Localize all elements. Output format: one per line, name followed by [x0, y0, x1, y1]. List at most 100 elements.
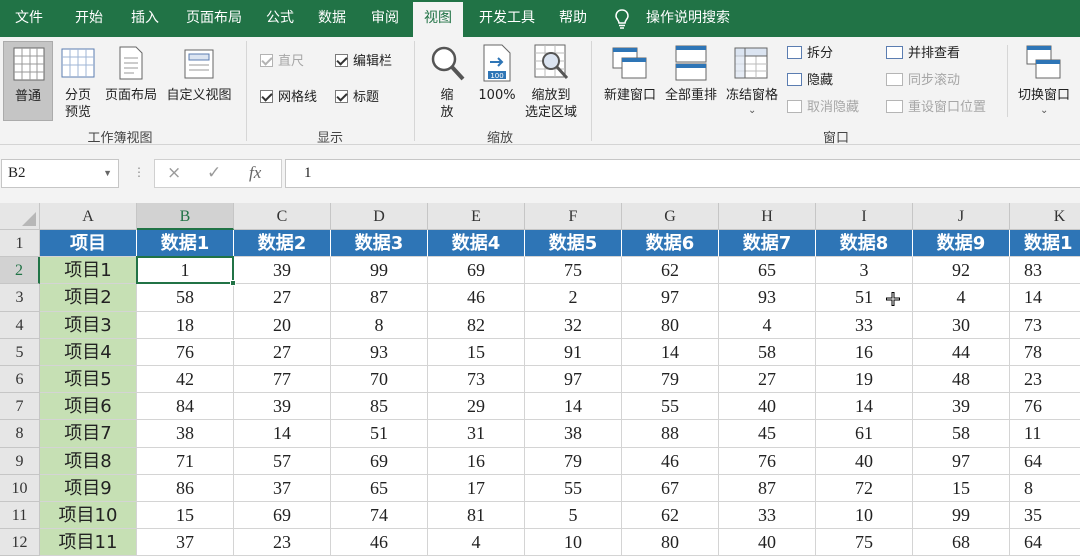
arrange-all-button[interactable]: 全部重排 [660, 41, 722, 121]
cell-f7[interactable]: 14 [525, 393, 622, 421]
cell-e9[interactable]: 16 [428, 447, 525, 475]
hide-window-button[interactable]: 隐藏 [787, 71, 833, 91]
cell-a7[interactable]: 项目6 [40, 393, 137, 421]
cell-i7[interactable]: 14 [816, 393, 913, 421]
custom-views-button[interactable]: 自定义视图 [162, 41, 236, 121]
cell-a11[interactable]: 项目10 [40, 502, 137, 530]
view-side-by-side-button[interactable]: 并排查看 [886, 44, 960, 64]
cell-d6[interactable]: 70 [331, 366, 428, 394]
page-break-preview-button[interactable]: 分页 预览 [56, 41, 100, 121]
row-header-6[interactable]: 6 [0, 366, 40, 394]
cell-c12[interactable]: 23 [234, 529, 331, 557]
cell-e6[interactable]: 73 [428, 366, 525, 394]
cancel-icon[interactable]: × [167, 163, 181, 183]
row-header-3[interactable]: 3 [0, 284, 40, 312]
column-header-e[interactable]: E [428, 203, 525, 230]
cell-g5[interactable]: 14 [622, 338, 719, 366]
zoom-100-button[interactable]: 100 100% [474, 41, 520, 121]
cell-e10[interactable]: 17 [428, 474, 525, 502]
insert-function-icon[interactable]: fx [249, 163, 261, 183]
cell-k7[interactable]: 76 [1010, 393, 1080, 421]
cell-a12[interactable]: 项目11 [40, 529, 137, 557]
cell-e12[interactable]: 4 [428, 529, 525, 557]
cell-g12[interactable]: 80 [622, 529, 719, 557]
cell-i10[interactable]: 72 [816, 474, 913, 502]
cell-g2[interactable]: 62 [622, 257, 719, 285]
synchronous-scrolling-button[interactable]: 同步滚动 [886, 71, 960, 91]
cell-f4[interactable]: 32 [525, 311, 622, 339]
cell-h12[interactable]: 40 [719, 529, 816, 557]
cell-h9[interactable]: 76 [719, 447, 816, 475]
cell-h4[interactable]: 4 [719, 311, 816, 339]
cell-g10[interactable]: 67 [622, 474, 719, 502]
cell-h6[interactable]: 27 [719, 366, 816, 394]
cell-d9[interactable]: 69 [331, 447, 428, 475]
cell-i12[interactable]: 75 [816, 529, 913, 557]
column-header-d[interactable]: D [331, 203, 428, 230]
cell-i4[interactable]: 33 [816, 311, 913, 339]
formula-bar-resize-handle[interactable]: ⋮ [133, 165, 145, 179]
cell-k9[interactable]: 64 [1010, 448, 1080, 475]
cell-f8[interactable]: 38 [525, 420, 622, 448]
cell-j3[interactable]: 4 [913, 284, 1010, 312]
cell-h11[interactable]: 33 [719, 502, 816, 530]
cell-b8[interactable]: 38 [137, 420, 234, 448]
cell-k2[interactable]: 83 [1010, 257, 1080, 285]
cell-c5[interactable]: 27 [234, 338, 331, 366]
row-header-8[interactable]: 8 [0, 420, 40, 448]
cell-a3[interactable]: 项目2 [40, 284, 137, 312]
enter-icon[interactable]: ✓ [207, 163, 221, 183]
cell-e11[interactable]: 81 [428, 502, 525, 530]
cell-k6[interactable]: 23 [1010, 366, 1080, 394]
cell-d8[interactable]: 51 [331, 420, 428, 448]
unhide-window-button[interactable]: 取消隐藏 [787, 98, 859, 118]
row-header-9[interactable]: 9 [0, 447, 40, 475]
row-header-11[interactable]: 11 [0, 502, 40, 530]
cell-h8[interactable]: 45 [719, 420, 816, 448]
tab-file[interactable]: 文件 [4, 0, 54, 37]
cell-f9[interactable]: 79 [525, 447, 622, 475]
cell-d1[interactable]: 数据3 [331, 230, 428, 258]
cell-b1[interactable]: 数据1 [137, 230, 234, 258]
cell-c1[interactable]: 数据2 [234, 230, 331, 258]
tell-me-search[interactable]: 操作说明搜索 [646, 0, 756, 37]
cell-b11[interactable]: 15 [137, 502, 234, 530]
cell-k10[interactable]: 8 [1010, 475, 1080, 502]
cell-b12[interactable]: 37 [137, 529, 234, 557]
cell-a2[interactable]: 项目1 [40, 257, 137, 285]
select-all-button[interactable] [0, 203, 40, 230]
row-header-12[interactable]: 12 [0, 529, 40, 557]
cell-c11[interactable]: 69 [234, 502, 331, 530]
cell-g4[interactable]: 80 [622, 311, 719, 339]
cell-e3[interactable]: 46 [428, 284, 525, 312]
cell-a9[interactable]: 项目8 [40, 447, 137, 475]
tab-help[interactable]: 帮助 [550, 0, 596, 37]
cell-a10[interactable]: 项目9 [40, 474, 137, 502]
formula-bar-checkbox[interactable]: 编辑栏 [335, 53, 392, 71]
cell-j7[interactable]: 39 [913, 393, 1010, 421]
cell-j1[interactable]: 数据9 [913, 230, 1010, 258]
cell-j4[interactable]: 30 [913, 311, 1010, 339]
cell-c3[interactable]: 27 [234, 284, 331, 312]
cell-c9[interactable]: 57 [234, 447, 331, 475]
cell-g1[interactable]: 数据6 [622, 230, 719, 258]
cell-j2[interactable]: 92 [913, 257, 1010, 285]
cell-h10[interactable]: 87 [719, 474, 816, 502]
row-header-2[interactable]: 2 [0, 257, 40, 285]
cell-h3[interactable]: 93 [719, 284, 816, 312]
new-window-button[interactable]: 新建窗口 [600, 41, 660, 121]
cell-b5[interactable]: 76 [137, 338, 234, 366]
cell-h7[interactable]: 40 [719, 393, 816, 421]
cell-f5[interactable]: 91 [525, 338, 622, 366]
cell-b2[interactable]: 1 [137, 257, 234, 285]
tab-insert[interactable]: 插入 [118, 0, 172, 37]
cell-e8[interactable]: 31 [428, 420, 525, 448]
name-box-dropdown-icon[interactable]: ▼ [103, 160, 112, 187]
tab-view[interactable]: 视图 [413, 2, 463, 37]
cell-d7[interactable]: 85 [331, 393, 428, 421]
cell-j12[interactable]: 68 [913, 529, 1010, 557]
row-header-4[interactable]: 4 [0, 311, 40, 339]
cell-a6[interactable]: 项目5 [40, 366, 137, 394]
tab-formulas[interactable]: 公式 [256, 0, 304, 37]
headings-checkbox[interactable]: 标题 [335, 89, 379, 107]
